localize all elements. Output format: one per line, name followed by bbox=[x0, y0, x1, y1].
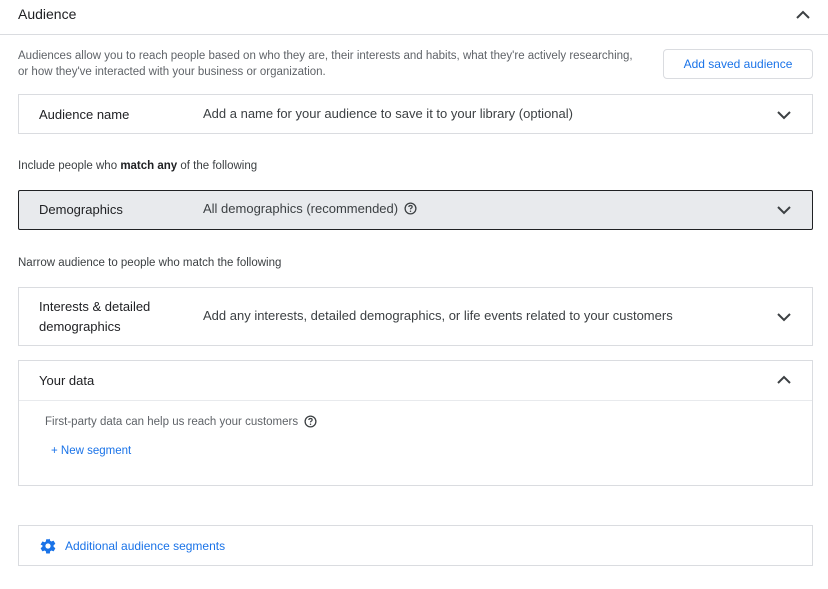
additional-segments-row[interactable]: Additional audience segments bbox=[18, 525, 813, 566]
your-data-panel: Your data First-party data can help us r… bbox=[18, 360, 813, 486]
description-line-1: Audiences allow you to reach people base… bbox=[18, 50, 633, 62]
section-title: Audience bbox=[18, 6, 77, 22]
header-divider bbox=[0, 34, 828, 35]
demographics-row[interactable]: Demographics All demographics (recommend… bbox=[18, 190, 813, 230]
add-saved-audience-button[interactable]: Add saved audience bbox=[663, 49, 813, 79]
description-line-2: or how they've interacted with your busi… bbox=[18, 66, 326, 78]
first-party-help-text: First-party data can help us reach your … bbox=[45, 415, 299, 428]
help-icon[interactable] bbox=[304, 415, 317, 428]
chevron-down-icon[interactable] bbox=[776, 311, 792, 323]
include-instruction: Include people who match any of the foll… bbox=[18, 160, 257, 172]
narrow-instruction: Narrow audience to people who match the … bbox=[18, 257, 282, 269]
interests-value: Add any interests, detailed demographics… bbox=[203, 308, 673, 323]
audience-name-label: Audience name bbox=[39, 107, 130, 122]
demographics-label: Demographics bbox=[39, 202, 123, 217]
chevron-down-icon[interactable] bbox=[776, 204, 792, 216]
additional-segments-label: Additional audience segments bbox=[65, 539, 226, 553]
settings-gear-icon bbox=[40, 538, 56, 554]
demographics-value: All demographics (recommended) bbox=[203, 201, 417, 216]
chevron-up-icon[interactable] bbox=[794, 8, 812, 22]
chevron-up-icon[interactable] bbox=[776, 374, 792, 386]
include-suffix: of the following bbox=[177, 160, 258, 172]
chevron-down-icon[interactable] bbox=[776, 109, 792, 121]
interests-value-text: Add any interests, detailed demographics… bbox=[203, 308, 673, 323]
help-icon[interactable] bbox=[404, 202, 417, 215]
interests-label: Interests & detailed demographics bbox=[39, 299, 151, 334]
interests-row[interactable]: Interests & detailed demographics Add an… bbox=[18, 287, 813, 346]
audience-description: Audiences allow you to reach people base… bbox=[18, 48, 648, 80]
new-segment-link[interactable]: + New segment bbox=[51, 445, 131, 457]
include-prefix: Include people who bbox=[18, 160, 121, 172]
your-data-header[interactable]: Your data bbox=[19, 361, 812, 401]
include-bold: match any bbox=[120, 160, 178, 172]
demographics-value-text: All demographics (recommended) bbox=[203, 201, 399, 216]
audience-name-placeholder-text: Add a name for your audience to save it … bbox=[203, 106, 573, 121]
your-data-label: Your data bbox=[39, 373, 95, 388]
first-party-help: First-party data can help us reach your … bbox=[45, 415, 317, 428]
audience-name-placeholder: Add a name for your audience to save it … bbox=[203, 106, 573, 121]
audience-name-row[interactable]: Audience name Add a name for your audien… bbox=[18, 94, 813, 134]
additional-segments-link[interactable]: Additional audience segments bbox=[39, 537, 225, 555]
